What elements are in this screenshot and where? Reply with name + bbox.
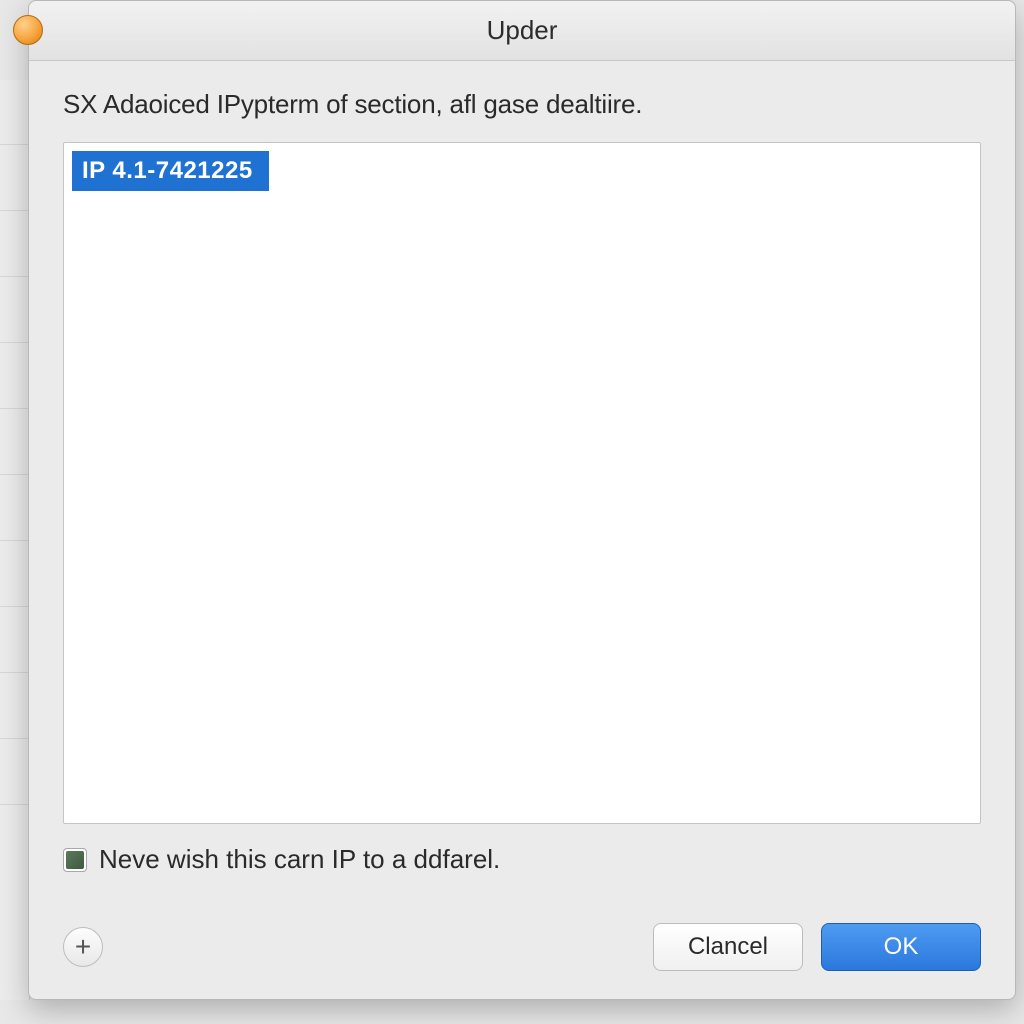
- button-row: Clancel OK: [653, 923, 981, 971]
- dialog-content: SX Adaoiced IPypterm of section, afl gas…: [29, 61, 1015, 923]
- background-sidebar: [0, 80, 30, 1000]
- bg-item: [0, 476, 29, 541]
- dialog-window: Upder SX Adaoiced IPypterm of section, a…: [28, 0, 1016, 1000]
- checkbox-row: Neve wish this carn IP to a ddfarel.: [63, 844, 981, 875]
- bg-item: [0, 542, 29, 607]
- window-title: Upder: [487, 15, 558, 46]
- plus-icon: +: [75, 933, 91, 961]
- dialog-footer: + Clancel OK: [29, 923, 1015, 999]
- ok-button-label: OK: [884, 933, 919, 961]
- ip-listbox[interactable]: IP 4.1-7421225: [63, 142, 981, 824]
- bg-item: [0, 80, 29, 145]
- bg-item: [0, 212, 29, 277]
- bg-item: [0, 344, 29, 409]
- add-button[interactable]: +: [63, 927, 103, 967]
- bg-item: [0, 146, 29, 211]
- checkbox-label: Neve wish this carn IP to a ddfarel.: [99, 844, 500, 875]
- bg-item: [0, 740, 29, 805]
- bg-item: [0, 608, 29, 673]
- description-text: SX Adaoiced IPypterm of section, afl gas…: [63, 89, 981, 120]
- bg-item: [0, 674, 29, 739]
- default-ip-checkbox[interactable]: [63, 848, 87, 872]
- titlebar[interactable]: Upder: [29, 1, 1015, 61]
- cancel-button[interactable]: Clancel: [653, 923, 803, 971]
- bg-item: [0, 410, 29, 475]
- ok-button[interactable]: OK: [821, 923, 981, 971]
- close-icon[interactable]: [13, 15, 43, 45]
- add-button-wrap: +: [63, 927, 103, 967]
- bg-item: [0, 278, 29, 343]
- list-item-selected[interactable]: IP 4.1-7421225: [72, 151, 269, 191]
- cancel-button-label: Clancel: [688, 933, 768, 961]
